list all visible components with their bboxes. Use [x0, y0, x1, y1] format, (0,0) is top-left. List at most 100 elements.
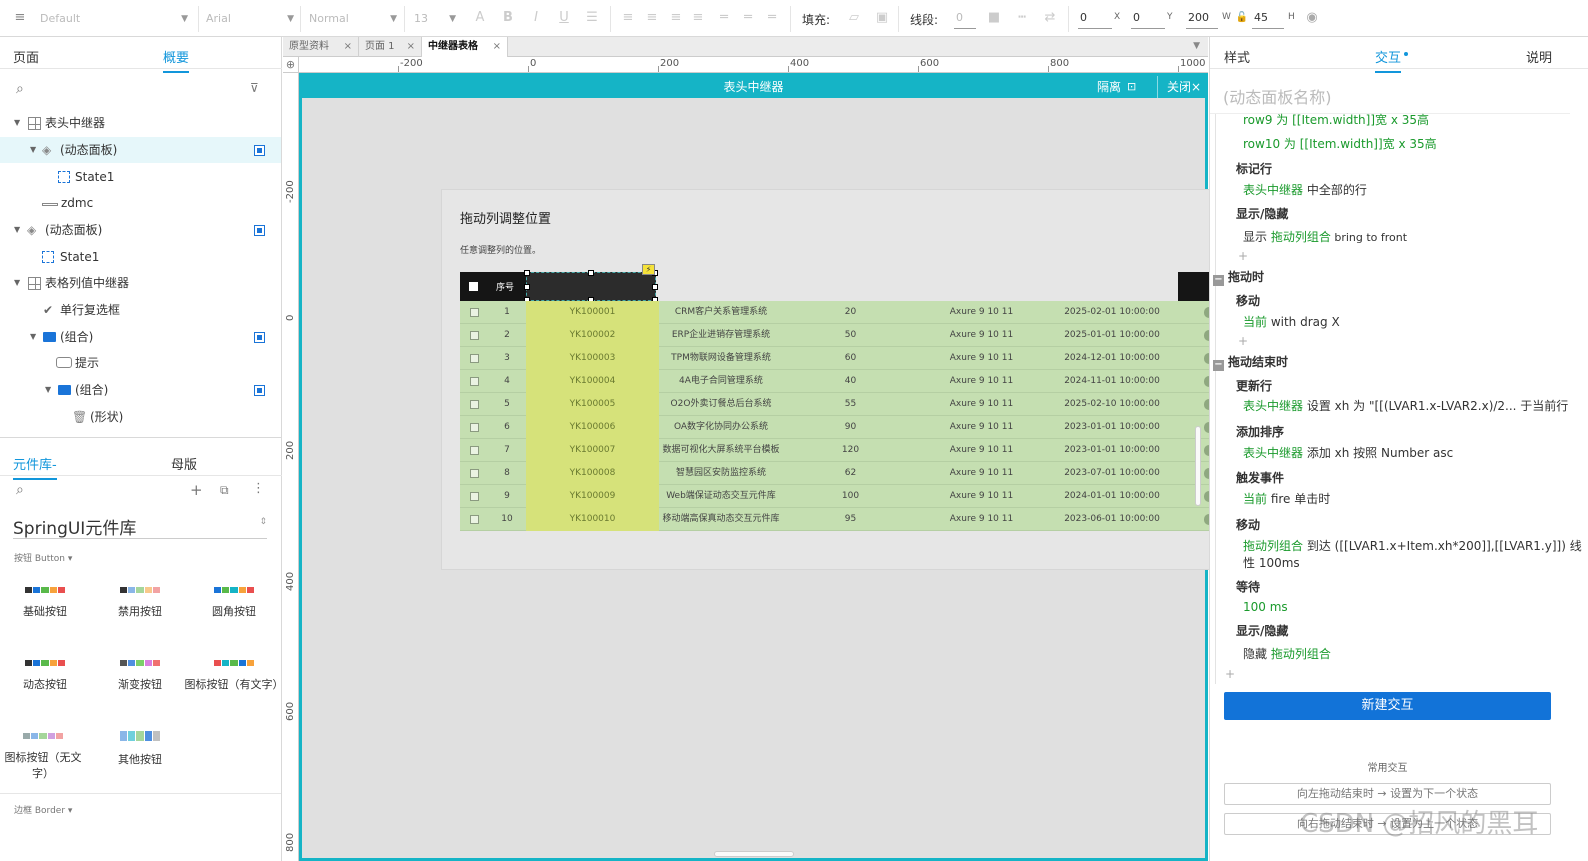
- tab-outline[interactable]: 概要: [163, 47, 190, 73]
- row-checkbox[interactable]: [470, 331, 479, 340]
- lightning-icon[interactable]: ⚡: [642, 264, 655, 275]
- event-header[interactable]: − 拖动结束时: [1213, 353, 1288, 371]
- close-button[interactable]: 关闭: [1167, 76, 1191, 98]
- outline-item[interactable]: zdmc: [0, 190, 281, 216]
- resize-handle[interactable]: [524, 284, 530, 290]
- table-row[interactable]: 8 YK100008 智慧园区安防监控系统 62 Axure 9 10 11 2023-0…: [460, 462, 1212, 485]
- table-row[interactable]: 7 YK100007 数据可视化大屏系统平台模板 120 Axure 9 10 11 20…: [460, 439, 1212, 462]
- action-title[interactable]: 等待: [1236, 578, 1260, 595]
- row-checkbox-cell[interactable]: [460, 485, 488, 508]
- isolate-icon[interactable]: ⊡: [1127, 76, 1136, 98]
- row-checkbox[interactable]: [470, 446, 479, 455]
- x-input[interactable]: 0: [1078, 9, 1112, 29]
- row-checkbox[interactable]: [470, 400, 479, 409]
- add-action-icon[interactable]: +: [1238, 249, 1248, 263]
- add-action-icon[interactable]: +: [1238, 334, 1248, 348]
- italic-icon[interactable]: I: [528, 10, 544, 26]
- outline-item[interactable]: 提示: [0, 350, 281, 376]
- row-checkbox-cell[interactable]: [460, 347, 488, 370]
- outline-item[interactable]: ▼ ◈ (动态面板): [0, 217, 281, 243]
- valign-middle-icon[interactable]: ═: [740, 10, 756, 26]
- row-checkbox[interactable]: [470, 377, 479, 386]
- align-left-icon[interactable]: ≡: [620, 10, 636, 26]
- table-row[interactable]: 1 YK100001 CRM客户关系管理系统 20 Axure 9 10 11 2025-…: [460, 301, 1212, 324]
- search-icon[interactable]: ⌕: [16, 482, 24, 498]
- outline-item[interactable]: State1: [0, 244, 281, 270]
- search-icon[interactable]: ⌕: [16, 81, 24, 97]
- add-icon[interactable]: +: [190, 481, 203, 499]
- action-title[interactable]: 触发事件: [1236, 469, 1284, 486]
- list-icon[interactable]: ☰: [584, 10, 600, 26]
- outline-item[interactable]: ▼ 表头中继器: [0, 110, 281, 136]
- close-icon[interactable]: ×: [493, 37, 501, 57]
- event-header[interactable]: − 拖动时: [1213, 268, 1264, 286]
- align-justify-icon[interactable]: ≡: [690, 10, 706, 26]
- resize-handle[interactable]: [652, 284, 658, 290]
- outline-item[interactable]: ▼ (组合): [0, 377, 281, 403]
- w-input[interactable]: 200: [1186, 9, 1218, 29]
- tab-pages[interactable]: 页面: [13, 47, 39, 66]
- outline-item[interactable]: ▼ 表格列值中继器: [0, 270, 281, 296]
- expand-icon[interactable]: ▼: [14, 217, 20, 243]
- arrow-style-icon[interactable]: ⇄: [1042, 10, 1058, 26]
- component-item[interactable]: 图标按钮（有文字）: [184, 660, 284, 692]
- align-right-icon[interactable]: ≡: [668, 10, 684, 26]
- expand-icon[interactable]: ▼: [14, 110, 20, 136]
- close-icon[interactable]: ×: [1191, 76, 1201, 98]
- row-checkbox[interactable]: [470, 423, 479, 432]
- table-row[interactable]: 4 YK100004 4A电子合同管理系统 40 Axure 9 10 11 2024-1…: [460, 370, 1212, 393]
- line-color-icon[interactable]: ■: [986, 10, 1002, 26]
- style-icon[interactable]: ≡: [12, 10, 28, 26]
- section-heading[interactable]: 按钮 Button ▾: [14, 551, 72, 564]
- row-checkbox-cell[interactable]: [460, 393, 488, 416]
- action-title[interactable]: 显示/隐藏: [1236, 205, 1288, 222]
- component-item[interactable]: 基础按钮: [0, 587, 90, 619]
- doc-tab[interactable]: 页面 1 ×: [359, 37, 422, 57]
- filter-icon[interactable]: ⊽: [250, 81, 259, 95]
- row-checkbox-cell[interactable]: [460, 439, 488, 462]
- component-item[interactable]: 动态按钮: [0, 660, 90, 692]
- align-center-icon[interactable]: ≡: [644, 10, 660, 26]
- font-color-icon[interactable]: A: [472, 10, 488, 26]
- close-icon[interactable]: ×: [407, 37, 415, 57]
- size-select[interactable]: 13 ▼: [410, 8, 460, 30]
- crosshair-icon[interactable]: ⊕: [283, 57, 299, 73]
- valign-bottom-icon[interactable]: ═: [764, 10, 780, 26]
- chevron-down-icon[interactable]: ▼: [1193, 41, 1200, 51]
- row-checkbox-cell[interactable]: [460, 370, 488, 393]
- outline-item[interactable]: ▼ (组合): [0, 324, 281, 350]
- outline-item[interactable]: 🗑 (形状): [0, 404, 281, 430]
- resize-handle[interactable]: [588, 270, 594, 276]
- horizontal-scrollbar[interactable]: [714, 851, 794, 857]
- eye-icon[interactable]: ◉: [1304, 10, 1320, 26]
- copy-icon[interactable]: ⧉: [220, 483, 229, 498]
- visibility-checkbox[interactable]: [254, 332, 265, 343]
- expand-icon[interactable]: ▼: [45, 377, 51, 403]
- visibility-checkbox[interactable]: [254, 225, 265, 236]
- fill-none-icon[interactable]: ▱: [846, 10, 862, 26]
- line-width-input[interactable]: 0: [954, 9, 976, 29]
- row-checkbox-cell[interactable]: [460, 462, 488, 485]
- add-action-icon[interactable]: +: [1225, 667, 1235, 681]
- library-select[interactable]: SpringUI元件库 ⇕: [13, 513, 267, 539]
- table-row[interactable]: 3 YK100003 TPM物联网设备管理系统 60 Axure 9 10 11 2024…: [460, 347, 1212, 370]
- more-icon[interactable]: ⋮: [252, 481, 265, 496]
- line-style-icon[interactable]: ┅: [1014, 10, 1030, 26]
- row-checkbox[interactable]: [470, 354, 479, 363]
- close-icon[interactable]: ×: [344, 37, 352, 57]
- tab-interactions[interactable]: 交互: [1375, 47, 1402, 73]
- select-all-checkbox[interactable]: [469, 282, 478, 291]
- component-item[interactable]: 禁用按钮: [95, 587, 185, 619]
- font-select[interactable]: Arial ▼: [202, 8, 298, 30]
- row-checkbox-cell[interactable]: [460, 301, 488, 324]
- action-title[interactable]: 添加排序: [1236, 423, 1284, 440]
- isolate-button[interactable]: 隔离: [1097, 76, 1121, 98]
- outline-item[interactable]: State1: [0, 164, 281, 190]
- outline-item[interactable]: ▼ ◈ (动态面板): [0, 137, 281, 163]
- weight-select[interactable]: Normal ▼: [305, 8, 401, 30]
- table-row[interactable]: 2 YK100002 ERP企业进销存管理系统 50 Axure 9 10 11 2025…: [460, 324, 1212, 347]
- action-title[interactable]: 移动: [1236, 292, 1260, 309]
- component-item[interactable]: 其他按钮: [95, 731, 185, 767]
- expand-icon[interactable]: ▼: [30, 324, 36, 350]
- row-checkbox-cell[interactable]: [460, 416, 488, 439]
